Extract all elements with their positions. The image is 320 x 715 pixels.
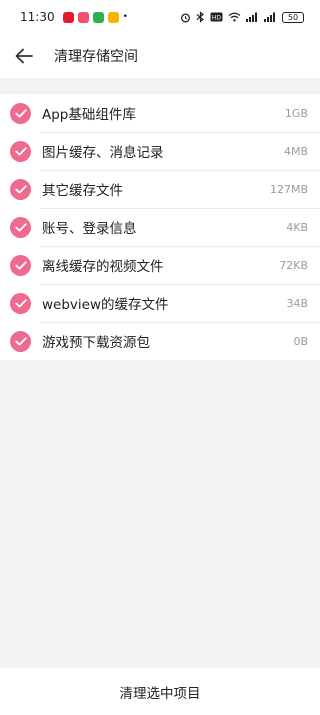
cache-item-list: App基础组件库 1GB 图片缓存、消息记录 4MB 其它缓存文件 127MB … bbox=[0, 94, 320, 360]
back-button[interactable] bbox=[0, 34, 48, 78]
item-label: App基础组件库 bbox=[42, 107, 136, 123]
item-label: 其它缓存文件 bbox=[42, 183, 123, 199]
app-yellow-icon bbox=[107, 11, 119, 23]
item-size: 1GB bbox=[284, 106, 308, 120]
status-right: HD 50 bbox=[180, 11, 304, 23]
status-time: 11:30 bbox=[20, 10, 55, 24]
item-size: 4KB bbox=[286, 220, 308, 234]
clean-selected-button[interactable]: 清理选中项目 bbox=[0, 668, 320, 715]
signal-icon bbox=[246, 12, 259, 22]
checkbox-checked-icon[interactable] bbox=[10, 330, 31, 352]
list-item[interactable]: 账号、登录信息 4KB bbox=[0, 208, 320, 246]
item-size: 4MB bbox=[283, 144, 308, 158]
header: 清理存储空间 bbox=[0, 34, 320, 78]
checkbox-checked-icon[interactable] bbox=[10, 178, 31, 200]
item-size: 127MB bbox=[269, 182, 308, 196]
item-size: 72KB bbox=[279, 258, 308, 272]
weibo-icon bbox=[62, 11, 74, 23]
item-size: 34B bbox=[286, 296, 308, 310]
signal-icon-2 bbox=[264, 12, 277, 22]
item-label: 游戏预下载资源包 bbox=[42, 335, 150, 351]
list-item[interactable]: App基础组件库 1GB bbox=[0, 94, 320, 132]
page-title: 清理存储空间 bbox=[54, 49, 138, 65]
bluetooth-icon bbox=[196, 11, 205, 23]
item-label: 账号、登录信息 bbox=[42, 221, 137, 237]
arrow-left-icon bbox=[15, 48, 33, 64]
alarm-icon bbox=[180, 12, 191, 23]
checkbox-checked-icon[interactable] bbox=[10, 292, 31, 314]
status-bar: 11:30 • HD 50 bbox=[0, 0, 320, 34]
clean-selected-label: 清理选中项目 bbox=[119, 685, 201, 702]
svg-text:HD: HD bbox=[212, 14, 222, 21]
status-left: 11:30 • bbox=[20, 10, 128, 24]
wifi-icon bbox=[228, 12, 241, 22]
checkbox-checked-icon[interactable] bbox=[10, 216, 31, 238]
list-item[interactable]: 离线缓存的视频文件 72KB bbox=[0, 246, 320, 284]
notification-dot-icon: • bbox=[122, 12, 128, 22]
item-label: 图片缓存、消息记录 bbox=[42, 145, 164, 161]
app-red-icon bbox=[77, 11, 89, 23]
list-item[interactable]: 游戏预下载资源包 0B bbox=[0, 322, 320, 360]
hd-icon: HD bbox=[210, 12, 223, 22]
list-item[interactable]: 其它缓存文件 127MB bbox=[0, 170, 320, 208]
list-item[interactable]: 图片缓存、消息记录 4MB bbox=[0, 132, 320, 170]
app-green-icon bbox=[92, 11, 104, 23]
item-label: webview的缓存文件 bbox=[42, 297, 169, 313]
checkbox-checked-icon[interactable] bbox=[10, 102, 31, 124]
checkbox-checked-icon[interactable] bbox=[10, 140, 31, 162]
checkbox-checked-icon[interactable] bbox=[10, 254, 31, 276]
item-size: 0B bbox=[293, 334, 308, 348]
list-item[interactable]: webview的缓存文件 34B bbox=[0, 284, 320, 322]
item-label: 离线缓存的视频文件 bbox=[42, 259, 164, 275]
battery-icon: 50 bbox=[282, 11, 304, 23]
